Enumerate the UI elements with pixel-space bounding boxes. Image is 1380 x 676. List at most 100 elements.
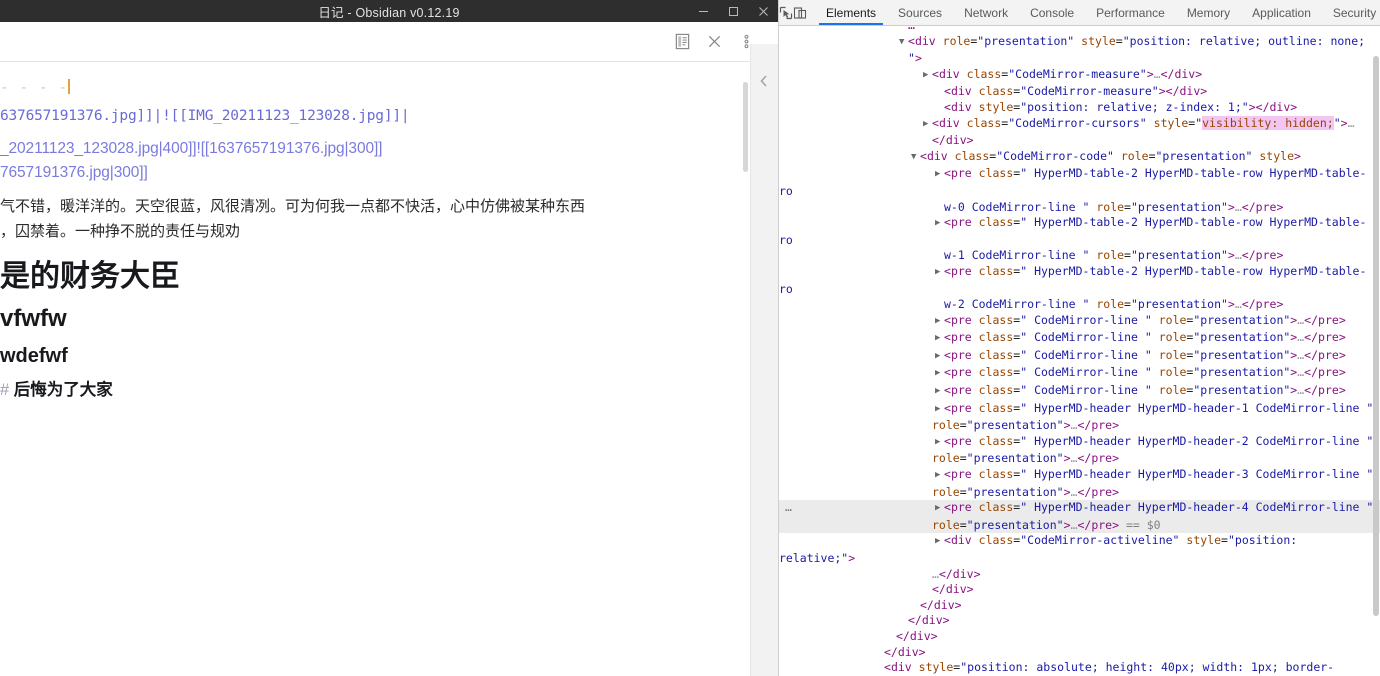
dom-token-attr: role [1120, 148, 1149, 163]
dom-token-punc: > [1276, 297, 1284, 312]
dom-token-punc: > [1276, 199, 1284, 214]
dom-node-row[interactable]: </div> [779, 133, 1380, 149]
tab-console[interactable]: Console [1019, 0, 1085, 25]
tab-sources[interactable]: Sources [887, 0, 953, 25]
dom-node-row[interactable]: </div> [779, 613, 1380, 629]
dom-node-row[interactable]: ▶ <div class="CodeMirror-measure">…</div> [779, 67, 1380, 85]
dom-token-plain [1147, 116, 1154, 130]
dom-node-row[interactable]: ▶ <pre class=" HyperMD-header HyperMD-hea… [779, 401, 1380, 419]
chevron-right-icon[interactable]: ▶ [935, 216, 944, 232]
dom-node-row[interactable]: role="presentation">…</pre> [779, 451, 1380, 467]
dom-token-punc: < [932, 115, 939, 130]
note-editor[interactable]: - - - - 637657191376.jpg]]|![[IMG_2021112… [0, 62, 778, 676]
dom-node-row[interactable]: ▶ <pre class=" CodeMirror-line " role="pr… [779, 348, 1380, 366]
dom-token-val: "presentation" [1193, 347, 1291, 362]
dom-node-row[interactable]: </div> [779, 645, 1380, 661]
dom-token-punc: > [973, 566, 981, 581]
dom-token-plain [1152, 383, 1159, 397]
chevron-right-icon[interactable]: ▶ [935, 167, 944, 183]
dom-token-punc: </ [1304, 365, 1319, 380]
dom-node-row[interactable]: </div> [779, 598, 1380, 614]
dom-node-row[interactable]: … ▶ <pre class=" HyperMD-header HyperMD-he… [779, 500, 1380, 518]
chevron-down-icon[interactable]: ▼ [911, 150, 920, 166]
chevron-right-icon[interactable]: ▶ [935, 384, 944, 400]
dom-node-row[interactable]: w-2 CodeMirror-line " role="presentation… [779, 297, 1380, 313]
tab-network[interactable]: Network [953, 0, 1019, 25]
dom-node-row[interactable]: ▶ <pre class=" HyperMD-header HyperMD-hea… [779, 434, 1380, 452]
dom-node-row[interactable]: …</div> [779, 567, 1380, 583]
dom-token-tag: div [921, 613, 943, 628]
dom-node-row[interactable]: ▶ <div class = "CodeMirror-activeline" styl… [779, 533, 1380, 566]
note-scrollbar[interactable] [743, 82, 748, 172]
dom-node-row[interactable]: ▶ <pre class=" CodeMirror-line " role="pr… [779, 330, 1380, 348]
dom-node-row[interactable]: role="presentation">…</pre> == $0 [779, 517, 1380, 534]
chevron-right-icon[interactable]: ▶ [935, 265, 944, 281]
dom-tree[interactable]: …▼<div role="presentation" style="positi… [779, 26, 1380, 676]
dom-token-punc: > [1248, 99, 1256, 114]
dom-node-row[interactable]: ▼ <div role="presentation" style="positio… [779, 34, 1380, 52]
dom-token-punc: </ [938, 566, 953, 581]
dom-node-row[interactable]: <div class="CodeMirror-measure"></div> [779, 84, 1380, 100]
reading-view-icon[interactable] [668, 28, 696, 56]
chevron-left-icon[interactable] [750, 66, 778, 96]
device-toolbar-icon[interactable] [793, 0, 807, 25]
dom-token-attr: class [978, 467, 1014, 482]
dom-token-attr: class [966, 115, 1002, 130]
dom-node-row[interactable]: </div> [779, 582, 1380, 598]
dom-node-row[interactable]: ▶ <pre class=" CodeMirror-line " role="pr… [779, 313, 1380, 331]
dom-token-tag: pre [950, 433, 972, 448]
maximize-icon[interactable] [718, 0, 748, 22]
dom-node-row[interactable]: w-1 CodeMirror-line " role="presentation… [779, 248, 1380, 264]
dom-token-tag: div [950, 84, 972, 99]
close-pane-icon[interactable] [700, 28, 728, 56]
dom-node-row[interactable]: "> [779, 51, 1380, 67]
dom-token-punc: > [1338, 347, 1346, 362]
tab-elements[interactable]: Elements [815, 0, 887, 25]
tab-security[interactable]: Security [1322, 0, 1380, 25]
dom-token-attr: class [978, 533, 1014, 548]
dom-node-row[interactable]: ▶ <pre class=" HyperMD-table-2 HyperMD-ta… [779, 166, 1380, 199]
dom-node-row[interactable]: role="presentation">…</pre> [779, 485, 1380, 501]
chevron-right-icon[interactable]: ▶ [935, 402, 944, 418]
dom-node-row[interactable]: <div style="position: relative; z-index:… [779, 100, 1380, 116]
chevron-right-icon[interactable]: ▶ [935, 366, 944, 382]
dom-node-row[interactable]: ▶ <pre class=" HyperMD-table-2 HyperMD-ta… [779, 215, 1380, 248]
dom-node-row[interactable]: <div style="position: absolute; height: … [779, 660, 1380, 676]
tab-application[interactable]: Application [1241, 0, 1322, 25]
dom-tree-scrollbar[interactable] [1373, 56, 1379, 616]
dom-node-row[interactable]: </div> [779, 629, 1380, 645]
close-icon[interactable] [748, 0, 778, 22]
chevron-right-icon[interactable]: ▶ [935, 501, 944, 517]
dom-node-row[interactable]: … [779, 26, 1380, 34]
chevron-right-icon[interactable]: ▶ [935, 435, 944, 451]
chevron-down-icon[interactable]: ▼ [899, 35, 908, 51]
minimize-icon[interactable] [688, 0, 718, 22]
dom-token-attr: style [978, 99, 1014, 114]
dom-node-row[interactable]: ▶ <pre class=" HyperMD-header HyperMD-hea… [779, 467, 1380, 485]
dom-node-row[interactable]: ▶ <pre class=" HyperMD-table-2 HyperMD-ta… [779, 264, 1380, 297]
inspect-element-icon[interactable] [779, 0, 793, 25]
dom-node-row[interactable]: ▶ <pre class=" CodeMirror-line " role="pr… [779, 383, 1380, 401]
dom-token-val: w-2 CodeMirror-line " [944, 297, 1090, 312]
dom-token-tag: pre [950, 166, 972, 181]
dom-token-punc: > [1227, 297, 1235, 312]
dom-token-hl: visibility: hidden; [1202, 115, 1334, 130]
text-cursor [68, 79, 70, 94]
dom-token-tag: pre [1255, 248, 1277, 263]
dom-node-row[interactable]: ▼ <div class="CodeMirror-code" role="pres… [779, 149, 1380, 167]
chevron-right-icon[interactable]: ▶ [935, 331, 944, 347]
chevron-right-icon[interactable]: ▶ [935, 468, 944, 484]
chevron-right-icon[interactable]: ▶ [935, 314, 944, 330]
dom-node-row[interactable]: w-0 CodeMirror-line " role="presentation… [779, 200, 1380, 216]
chevron-right-icon[interactable]: ▶ [923, 117, 932, 133]
dom-node-row[interactable]: role="presentation">…</pre> [779, 418, 1380, 434]
dom-token-punc: </ [932, 133, 946, 148]
dom-node-row[interactable]: ▶ <div class="CodeMirror-cursors" style="… [779, 115, 1380, 134]
chevron-right-icon[interactable]: ▶ [935, 534, 944, 550]
dom-node-row[interactable]: ▶ <pre class=" CodeMirror-line " role="pr… [779, 365, 1380, 383]
tab-performance[interactable]: Performance [1085, 0, 1176, 25]
chevron-right-icon[interactable]: ▶ [935, 349, 944, 365]
tab-memory[interactable]: Memory [1176, 0, 1241, 25]
chevron-right-icon[interactable]: ▶ [923, 68, 932, 84]
dom-token-tag: div [933, 597, 955, 612]
